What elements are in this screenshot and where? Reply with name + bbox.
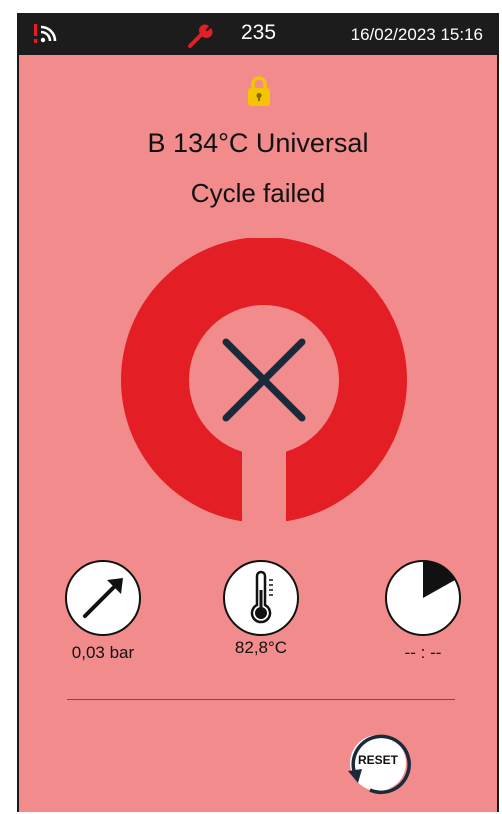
time-remaining: -- : -- — [404, 643, 442, 662]
cycle-status: Cycle failed — [190, 178, 326, 208]
wrench-icon[interactable] — [187, 22, 213, 48]
cycle-status-ring — [121, 238, 407, 538]
wifi-signal-alert-icon — [34, 24, 57, 43]
temperature-value: 82,8°C — [234, 638, 288, 657]
status-bar: 235 16/02/2023 15:16 — [19, 13, 497, 55]
program-name: B 134°C Universal — [147, 128, 369, 158]
device-screen: 235 16/02/2023 15:16 B 134°C Universal C… — [17, 13, 499, 812]
divider — [67, 699, 455, 700]
pressure-value: 0,03 bar — [71, 643, 135, 662]
reset-button[interactable]: RESET — [344, 729, 412, 797]
timer-icon — [383, 558, 463, 638]
reset-label: RESET — [357, 753, 398, 767]
pressure-gauge-icon — [63, 558, 143, 638]
date-time: 16/02/2023 15:16 — [350, 25, 483, 44]
thermometer-icon — [221, 558, 301, 638]
padlock-icon — [248, 76, 270, 106]
cycle-counter: 235 — [241, 21, 277, 44]
